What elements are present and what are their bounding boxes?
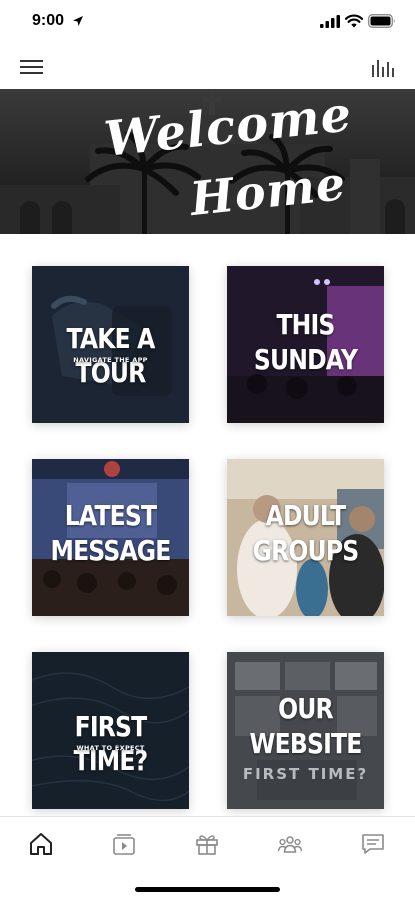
tile-this-sunday-title-line1: THIS <box>276 308 335 341</box>
tile-first-time-subtitle: WHAT TO EXPECT <box>76 744 145 752</box>
hamburger-menu-icon[interactable] <box>20 57 44 77</box>
gift-icon[interactable] <box>194 831 220 857</box>
battery-icon <box>368 14 395 28</box>
people-group-icon[interactable] <box>277 831 303 857</box>
tile-our-website[interactable]: FIRST TIME? OUR WEBSITE <box>227 652 384 809</box>
home-icon[interactable] <box>28 831 54 857</box>
welcome-banner: Welcome Home <box>0 89 415 234</box>
tile-latest-message-title-line1: LATEST <box>64 499 157 532</box>
tile-our-website-title-line1: OUR <box>278 692 334 725</box>
tile-take-a-tour[interactable]: TAKE A TOUR NAVIGATE THE APP <box>32 266 189 423</box>
tile-adult-groups[interactable]: ADULT GROUPS <box>227 459 384 616</box>
chat-message-icon[interactable] <box>360 831 386 857</box>
tile-adult-groups-title-line1: ADULT <box>265 499 347 532</box>
location-arrow-icon <box>73 16 83 26</box>
tile-latest-message-title-line2: MESSAGE <box>50 534 172 567</box>
tile-take-a-tour-subtitle: NAVIGATE THE APP <box>73 356 148 364</box>
tile-our-website-title-line2: WEBSITE <box>249 727 363 760</box>
tile-this-sunday-title-line2: SUNDAY <box>253 343 358 376</box>
tile-our-website-background-text: FIRST TIME? <box>242 765 369 783</box>
tile-this-sunday[interactable]: THIS SUNDAY <box>227 266 384 423</box>
tile-adult-groups-title-line2: GROUPS <box>252 534 359 567</box>
app-screen: 9:00 Welcome Home TAKE A TOUR NAVIGATE T… <box>0 0 415 900</box>
audio-bars-icon[interactable] <box>371 56 395 78</box>
status-time: 9:00 <box>32 12 65 29</box>
tile-first-time[interactable]: FIRST TIME? WHAT TO EXPECT <box>32 652 189 809</box>
tile-latest-message[interactable]: LATEST MESSAGE <box>32 459 189 616</box>
media-play-icon[interactable] <box>111 831 137 857</box>
signal-bars-icon <box>320 15 340 28</box>
status-bar: 9:00 <box>0 0 415 44</box>
wifi-icon <box>345 14 363 28</box>
nav-bar <box>0 48 415 88</box>
home-indicator <box>135 887 280 892</box>
